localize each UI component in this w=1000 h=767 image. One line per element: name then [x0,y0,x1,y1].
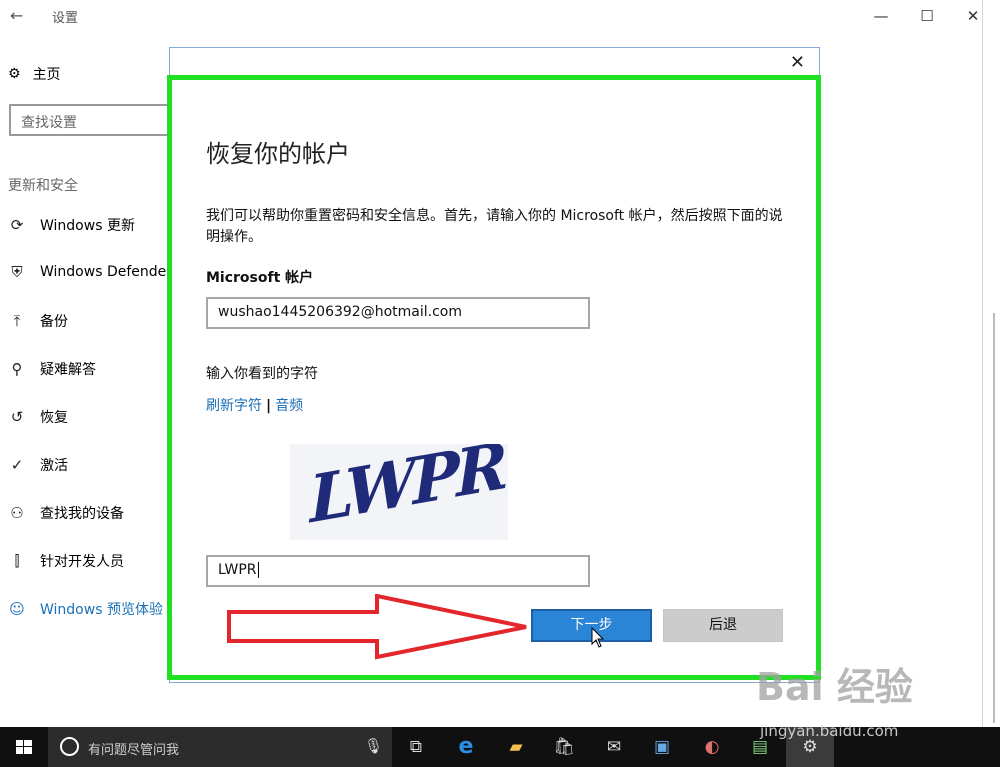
audio-link[interactable]: 音频 [275,398,303,414]
sidebar-item-recovery[interactable]: ↺ 恢复 [8,407,68,427]
settings-search-input[interactable]: 查找设置 [9,104,169,136]
cortana-icon [60,737,79,756]
mouse-cursor-icon [591,627,605,648]
file-explorer-icon[interactable]: ▰ [492,727,540,767]
sidebar-item-windows-defender[interactable]: ⛨ Windows Defender [8,263,172,281]
windows-start-icon[interactable] [0,727,48,767]
taskbar-search-box[interactable]: 有问题尽管问我 🎙 [48,727,392,767]
dialog-title-bar: ✕ [170,48,819,78]
cat-icon: ☺ [9,600,25,618]
shield-icon: ⛨ [11,263,23,281]
paint-icon[interactable]: ◐ [688,727,736,767]
window-edge [982,0,1000,727]
gear-icon: ⚙ [8,66,21,82]
sidebar-item-windows-update[interactable]: ⟳ Windows 更新 [8,215,135,235]
app-title: 设置 [52,11,79,26]
dialog-heading: 恢复你的帐户 [206,140,350,168]
microphone-icon[interactable]: 🎙 [364,737,383,755]
account-label: Microsoft 帐户 [206,270,314,286]
captcha-image: LWPR [290,444,508,540]
captcha-text: LWPR [308,444,506,539]
dialog-close-button[interactable]: ✕ [790,52,805,73]
account-email-input[interactable]: wushao1445206392@hotmail.com [206,297,590,329]
sidebar-item-troubleshoot[interactable]: ⚲ 疑难解答 [8,359,97,379]
sidebar-item-backup[interactable]: ⤒ 备份 [8,311,68,331]
person-locate-icon: ⚇ [10,504,24,522]
watermark-url: jingyan.baidu.com [760,722,899,740]
text-caret [257,562,259,578]
refresh-characters-link[interactable]: 刷新字符 [206,398,262,414]
history-icon: ↺ [10,408,24,426]
captcha-label: 输入你看到的字符 [206,366,318,382]
app-window-icon[interactable]: ▣ [638,727,686,767]
annotation-arrow-icon [227,594,527,660]
developer-tools-icon: ⫿ [14,552,20,570]
dialog-description: 我们可以帮助你重置密码和安全信息。首先，请输入你的 Microsoft 帐户，然… [206,208,783,245]
back-button[interactable]: 后退 [663,609,783,642]
check-circle-icon: ✓ [10,456,24,474]
sidebar-item-find-device[interactable]: ⚇ 查找我的设备 [8,503,124,523]
baidu-watermark: Bai 经验 [756,665,913,709]
taskbar-search-placeholder: 有问题尽管问我 [88,743,180,758]
maximize-button[interactable]: ☐ [904,4,950,28]
back-arrow-icon[interactable]: ← [10,6,23,25]
title-bar: ← 设置 — ☐ ✕ [0,0,1000,32]
edge-browser-icon[interactable]: e [442,727,490,767]
sidebar: ⚙ 主页 查找设置 更新和安全 ⟳ Windows 更新 ⛨ Windows D… [0,32,172,727]
minimize-button[interactable]: — [858,4,904,28]
mail-icon[interactable]: ✉ [590,727,638,767]
wrench-icon: ⚲ [11,360,23,378]
backup-arrow-icon: ⤒ [13,312,21,330]
home-label: 主页 [32,67,61,83]
link-separator: | [266,398,272,414]
scrollbar[interactable] [993,313,995,723]
sidebar-item-activation[interactable]: ✓ 激活 [8,455,68,475]
captcha-code-input[interactable]: LWPR [206,555,590,587]
refresh-icon: ⟳ [10,216,24,234]
sidebar-item-developers[interactable]: ⫿ 针对开发人员 [8,551,124,571]
store-icon[interactable]: 🛍 [540,727,588,767]
captcha-links: 刷新字符 | 音频 [206,395,303,415]
task-view-icon[interactable]: ⧉ [392,727,440,767]
sidebar-home[interactable]: ⚙ 主页 [8,64,61,84]
section-title: 更新和安全 [8,178,78,194]
sidebar-item-insider[interactable]: ☺ Windows 预览体验 [8,599,163,619]
